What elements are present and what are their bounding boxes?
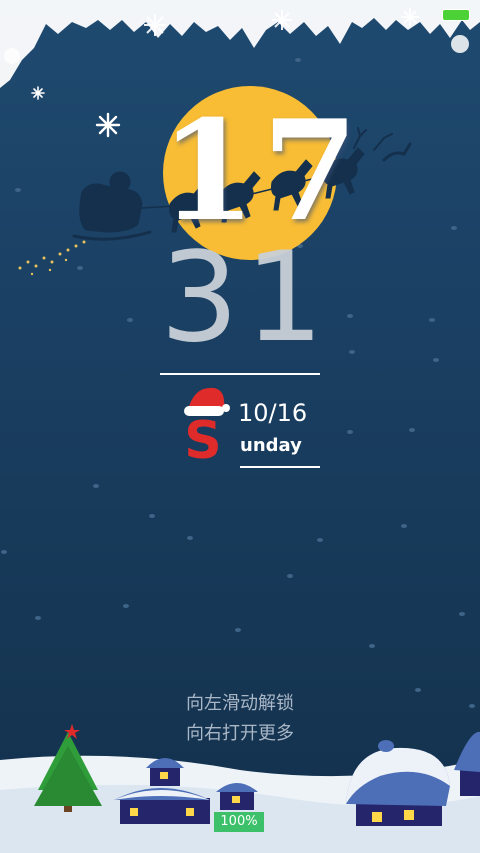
divider-bottom	[240, 466, 320, 468]
weekday-initial-badge: S	[180, 380, 230, 472]
clock-hour: 17	[160, 89, 365, 252]
date-text: 10/16	[238, 399, 308, 427]
weekday-initial: S	[184, 411, 222, 471]
weekday-text: unday	[240, 435, 302, 456]
frost-border	[0, 0, 480, 88]
snowflake-icon	[31, 86, 45, 100]
charging-percent-badge: 100%	[214, 812, 264, 832]
snowy-village	[0, 724, 480, 853]
battery-status-icon	[442, 9, 470, 21]
swipe-left-unlock-hint: 向左滑动解锁	[186, 693, 294, 714]
lock-screen[interactable]: 17 31 S 10/16 unday 向左滑动解锁 向右打开更多 100%	[0, 0, 480, 853]
clock-minute: 31	[160, 226, 330, 370]
divider-top	[160, 373, 320, 375]
